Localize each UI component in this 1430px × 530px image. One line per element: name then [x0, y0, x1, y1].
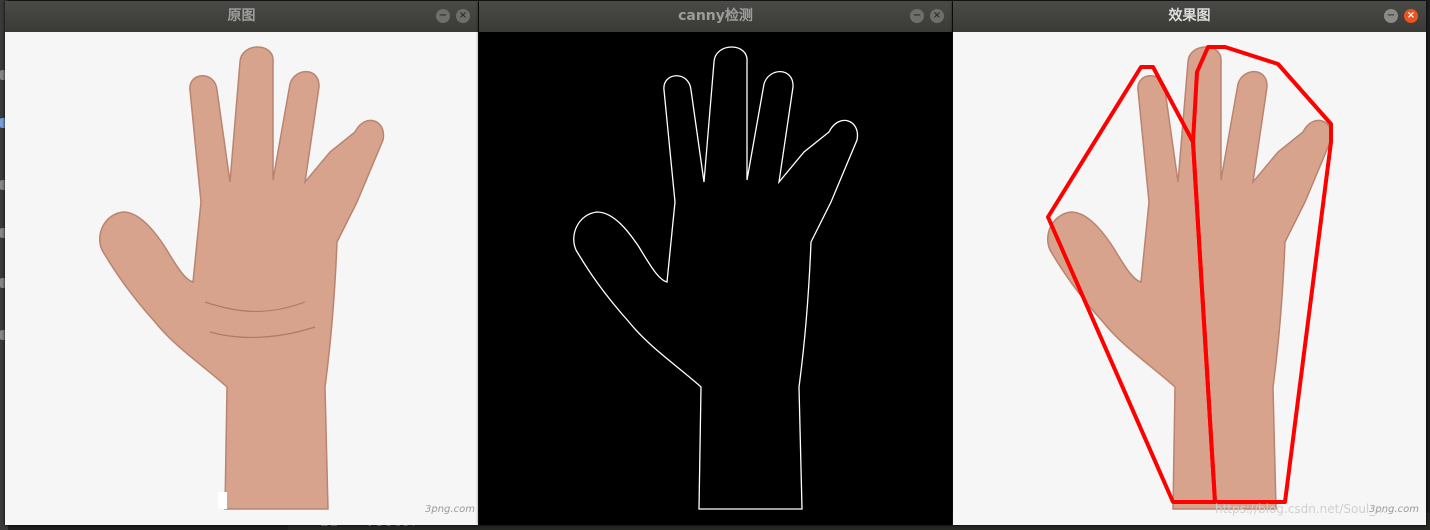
close-icon[interactable]: × [930, 9, 944, 23]
close-icon[interactable]: × [1404, 9, 1418, 23]
window-title: canny检测 [678, 8, 753, 24]
minimize-icon[interactable]: − [1384, 9, 1398, 23]
window-original[interactable]: 原图 − × 3png.com [5, 1, 478, 525]
window-title: 效果图 [1168, 8, 1211, 24]
titlebar-canny[interactable]: canny检测 − × [479, 1, 952, 32]
titlebar-result[interactable]: 效果图 − × [953, 1, 1426, 32]
window-canny[interactable]: canny检测 − × [479, 1, 952, 525]
watermark-text: 3png.com [425, 504, 475, 515]
image-result: 3png.com https://blog.csdn.net/Soul_... [953, 32, 1426, 525]
image-canny [479, 32, 952, 525]
window-title: 原图 [227, 8, 256, 24]
minimize-icon[interactable]: − [436, 9, 450, 23]
titlebar-original[interactable]: 原图 − × [5, 1, 478, 32]
url-watermark-text: https://blog.csdn.net/Soul_... [1215, 502, 1387, 516]
window-result[interactable]: 效果图 − × 3png.com https://blog.csdn.net/S… [953, 1, 1426, 525]
image-original: 3png.com [5, 32, 478, 525]
close-icon[interactable]: × [456, 9, 470, 23]
minimize-icon[interactable]: − [910, 9, 924, 23]
